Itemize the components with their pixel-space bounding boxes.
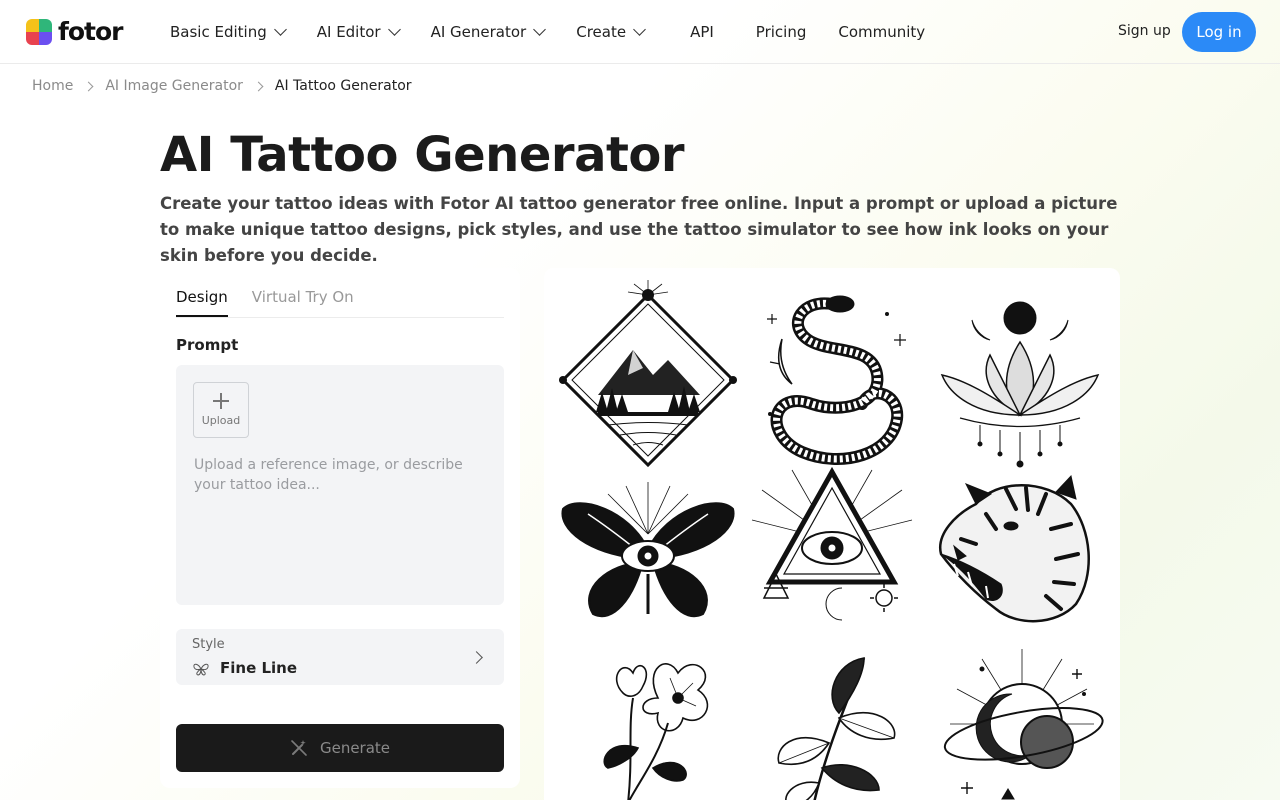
breadcrumb-home[interactable]: Home — [32, 78, 73, 94]
generate-button[interactable]: Generate — [176, 724, 504, 772]
generate-label: Generate — [319, 739, 391, 757]
plus-icon — [213, 393, 229, 409]
nav-pricing[interactable]: Pricing — [756, 23, 807, 41]
chevron-down-icon — [533, 23, 547, 36]
nav-ai-generator[interactable]: AI Generator — [430, 23, 547, 41]
sun-planet-tattoo — [943, 649, 1104, 800]
chevron-down-icon — [273, 23, 287, 36]
nav-api[interactable]: API — [690, 23, 714, 41]
nav-create[interactable]: Create — [576, 23, 646, 41]
page-subtitle: Create your tattoo ideas with Fotor AI t… — [160, 194, 1118, 265]
fotor-logo[interactable]: fotor — [26, 17, 124, 46]
leaf-branch-tattoo — [777, 657, 896, 800]
tab-design[interactable]: Design — [176, 268, 228, 317]
chevron-down-icon — [633, 23, 646, 36]
page-title: AI Tattoo Generator — [160, 127, 685, 183]
nav-label: API — [690, 23, 714, 41]
style-selector[interactable]: Style Fine Line — [176, 629, 504, 685]
nav-label: Community — [838, 23, 926, 41]
tiger-tattoo — [938, 474, 1090, 623]
mountain-diamond-tattoo — [559, 280, 737, 468]
style-label: Style — [192, 637, 225, 652]
nav-label: AI Editor — [316, 23, 381, 41]
nav-ai-editor[interactable]: AI Editor — [316, 23, 401, 41]
prompt-label: Prompt — [176, 336, 239, 354]
nav-label: Basic Editing — [170, 23, 267, 41]
chevron-right-icon — [253, 81, 264, 91]
nav-label: AI Generator — [430, 23, 527, 41]
snake-tattoo — [767, 295, 906, 465]
top-navbar: fotor Basic Editing AI Editor AI Generat… — [0, 0, 1280, 64]
tattoo-gallery-grid — [559, 280, 1104, 800]
chevron-right-icon — [470, 651, 483, 664]
breadcrumb-current: AI Tattoo Generator — [274, 78, 412, 94]
fotor-logo-text: fotor — [58, 17, 124, 46]
butterfly-icon — [193, 663, 209, 676]
prompt-box: Upload — [176, 365, 504, 605]
nav-community[interactable]: Community — [838, 23, 925, 41]
upload-label: Upload — [201, 414, 241, 427]
fotor-logo-icon — [26, 19, 52, 45]
nav-label: Pricing — [755, 23, 807, 41]
lotus-tattoo — [940, 301, 1100, 468]
signup-link[interactable]: Sign up — [1118, 23, 1171, 39]
breadcrumb-ai-image-generator[interactable]: AI Image Generator — [105, 78, 243, 94]
login-button[interactable]: Log in — [1182, 12, 1256, 52]
tattoo-gallery — [544, 268, 1120, 800]
flower-tattoo — [603, 663, 709, 800]
chevron-right-icon — [83, 81, 94, 91]
generator-panel: Design Virtual Try On Prompt Upload Styl… — [160, 268, 520, 788]
nav-label: Create — [576, 23, 627, 41]
tab-virtual-try-on[interactable]: Virtual Try On — [252, 268, 354, 317]
upload-button[interactable]: Upload — [193, 382, 249, 438]
breadcrumb: Home AI Image Generator AI Tattoo Genera… — [32, 78, 412, 94]
chevron-down-icon — [387, 23, 401, 36]
prompt-input[interactable] — [194, 455, 484, 585]
butterfly-eye-tattoo — [561, 482, 735, 617]
magic-wand-icon — [291, 740, 307, 756]
all-seeing-eye-triangle-tattoo — [751, 466, 913, 621]
style-value: Fine Line — [220, 659, 298, 677]
panel-tabs: Design Virtual Try On — [176, 268, 504, 318]
main-nav: Basic Editing AI Editor AI Generator Cre… — [170, 0, 957, 64]
nav-basic-editing[interactable]: Basic Editing — [170, 23, 287, 41]
